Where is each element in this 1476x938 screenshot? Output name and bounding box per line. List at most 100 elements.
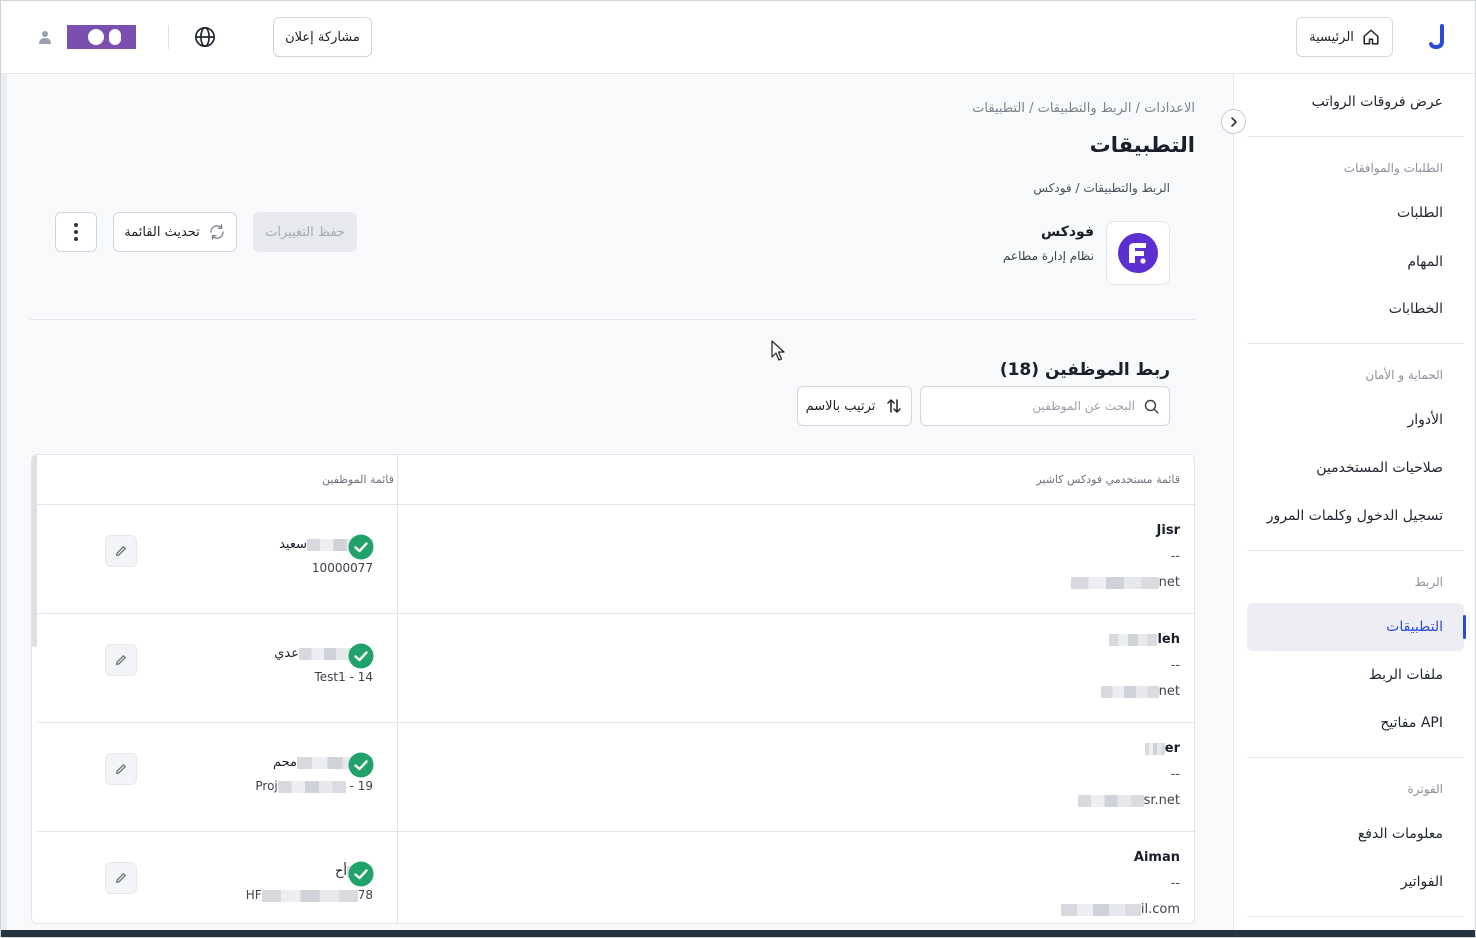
edit-button[interactable] [105, 644, 137, 676]
top-header: الرئيسية مشاركة إعلان [0, 0, 1476, 74]
pencil-icon [115, 873, 126, 884]
sidebar-item-payment-info[interactable]: معلومات الدفع [1358, 826, 1443, 842]
header-divider [168, 25, 169, 49]
employee-search-input[interactable] [929, 387, 1135, 425]
refresh-list-button[interactable]: تحديث القائمة [113, 212, 237, 252]
employee-id-end: - 19 [345, 779, 373, 793]
sidebar-item-apps[interactable]: التطبيقات [1386, 619, 1443, 635]
employee-name-text: محم [272, 755, 297, 770]
employee-name-text: سعيد [279, 537, 307, 552]
column-header-foodics-users: قائمة مستخدمي فودكس كاشير [1036, 473, 1180, 486]
sidebar-item-user-permissions[interactable]: صلاحيات المستخدمين [1316, 460, 1443, 476]
home-button[interactable]: الرئيسية [1296, 17, 1393, 57]
globe-icon[interactable] [194, 26, 216, 48]
redacted-text [261, 889, 358, 902]
redacted-text [1060, 903, 1141, 916]
section-divider [30, 319, 1195, 320]
employee-id: Proj - 19 [255, 779, 373, 793]
employee-id-start: HF [245, 888, 262, 902]
settings-sidebar: عرض فروقات الرواتب الطلبات والموافقات ال… [1233, 74, 1476, 930]
foodics-user-detail: -- [1170, 876, 1180, 891]
employee-id-start: Proj [255, 779, 278, 793]
foodics-user-detail: -- [1170, 549, 1180, 564]
save-changes-button[interactable]: حفظ التغييرات [253, 212, 357, 252]
foodics-user-email: net [1100, 684, 1180, 699]
os-taskbar [0, 930, 1476, 938]
share-announcement-button[interactable]: مشاركة إعلان [273, 17, 372, 57]
foodics-user-name: Jisr [1156, 523, 1180, 538]
table-row: Jisr -- net سعيد 10000077 [37, 505, 1194, 614]
redacted-text [1144, 742, 1165, 755]
employee-name-end: عدي [274, 646, 299, 661]
sidebar-item-requests[interactable]: الطلبات [1397, 205, 1443, 221]
sidebar-item-letters[interactable]: الخطابات [1389, 301, 1443, 317]
sort-by-name-button[interactable]: ترتيب بالاسم [797, 386, 912, 426]
save-changes-label: حفظ التغييرات [265, 224, 345, 240]
foodics-user-name-text: er [1164, 741, 1180, 756]
foodics-logo [1106, 221, 1170, 285]
edit-button[interactable] [105, 753, 137, 785]
refresh-icon [210, 224, 224, 240]
foodics-user-email-suffix: il.com [1140, 902, 1180, 917]
employee-name-text: أح [334, 864, 347, 879]
redacted-text [1100, 685, 1159, 698]
jisr-logo-icon[interactable] [1428, 22, 1450, 52]
table-row: er -- sr.net محم Proj - 19 [37, 723, 1194, 832]
sidebar-item-salary-differences[interactable]: عرض فروقات الرواتب [1312, 94, 1443, 110]
page-title: التطبيقات [1089, 133, 1195, 157]
sidebar-section-integration: الربط [1414, 575, 1443, 589]
column-header-employees: قائمة الموظفين [322, 473, 394, 486]
sidebar-active-indicator [1463, 615, 1466, 639]
sort-arrows-icon [887, 399, 902, 413]
home-label: الرئيسية [1309, 29, 1354, 45]
table-header: قائمة مستخدمي فودكس كاشير قائمة الموظفين [32, 455, 1194, 505]
user-avatar-icon[interactable] [37, 29, 53, 45]
employee-id: Test1 - 14 [314, 670, 374, 684]
sidebar-divider [1247, 916, 1464, 917]
redacted-text [1109, 633, 1158, 646]
foodics-user-detail: -- [1170, 767, 1180, 782]
edit-button[interactable] [105, 535, 137, 567]
check-circle-icon [348, 534, 374, 560]
employee-mapping-title: ربط الموظفين (18) [999, 360, 1170, 380]
sidebar-collapse-button[interactable] [1221, 109, 1246, 134]
refresh-list-label: تحديث القائمة [124, 224, 200, 240]
foodics-user-email: sr.net [1077, 793, 1180, 808]
sidebar-item-integration-files[interactable]: ملفات الربط [1369, 667, 1443, 683]
pencil-icon [115, 655, 126, 666]
share-announcement-label: مشاركة إعلان [285, 29, 360, 45]
foodics-user-email-suffix: sr.net [1143, 793, 1180, 808]
more-vertical-icon [74, 223, 78, 241]
edit-button[interactable] [105, 862, 137, 894]
redacted-text [1077, 794, 1144, 807]
sidebar-item-api-keys[interactable]: مفاتيح API [1380, 715, 1443, 731]
employee-id: 10000077 [311, 561, 373, 575]
app-name: فودكس [1040, 224, 1094, 240]
more-options-button[interactable] [55, 212, 97, 252]
sort-by-name-label: ترتيب بالاسم [805, 398, 876, 414]
foodics-user-name-text: leh [1157, 632, 1180, 647]
employee-mapping-table: قائمة مستخدمي فودكس كاشير قائمة الموظفين… [31, 454, 1195, 924]
foodics-user-email: net [1070, 575, 1180, 590]
sidebar-item-tasks[interactable]: المهام [1407, 254, 1443, 270]
sidebar-section-requests: الطلبات والموافقات [1343, 161, 1443, 175]
employee-search[interactable] [920, 386, 1170, 426]
breadcrumb[interactable]: الاعدادات / الربط والتطبيقات / التطبيقات [972, 101, 1195, 116]
redacted-text [277, 780, 346, 793]
sidebar-section-billing: الفوترة [1407, 782, 1443, 796]
foodics-user-email-suffix: net [1158, 575, 1180, 590]
sidebar-divider [1247, 550, 1464, 551]
table-row: leh -- net خاعدي Test1 - 14 [37, 614, 1194, 723]
foodics-logo-icon [1118, 233, 1158, 273]
pencil-icon [115, 764, 126, 775]
sidebar-item-invoices[interactable]: الفواتير [1401, 874, 1443, 890]
foodics-user-name: er [1144, 741, 1180, 756]
employee-id: HF 78 [246, 888, 373, 902]
sidebar-item-login-passwords[interactable]: تسجيل الدخول وكلمات المرور [1267, 508, 1443, 524]
foodics-user-name: Aiman [1133, 850, 1180, 865]
sidebar-item-roles[interactable]: الأدوار [1407, 412, 1443, 428]
sub-breadcrumb[interactable]: الربط والتطبيقات / فودكس [1033, 181, 1170, 195]
search-icon [1144, 399, 1159, 414]
sidebar-divider [1247, 343, 1464, 344]
foodics-user-detail: -- [1170, 658, 1180, 673]
